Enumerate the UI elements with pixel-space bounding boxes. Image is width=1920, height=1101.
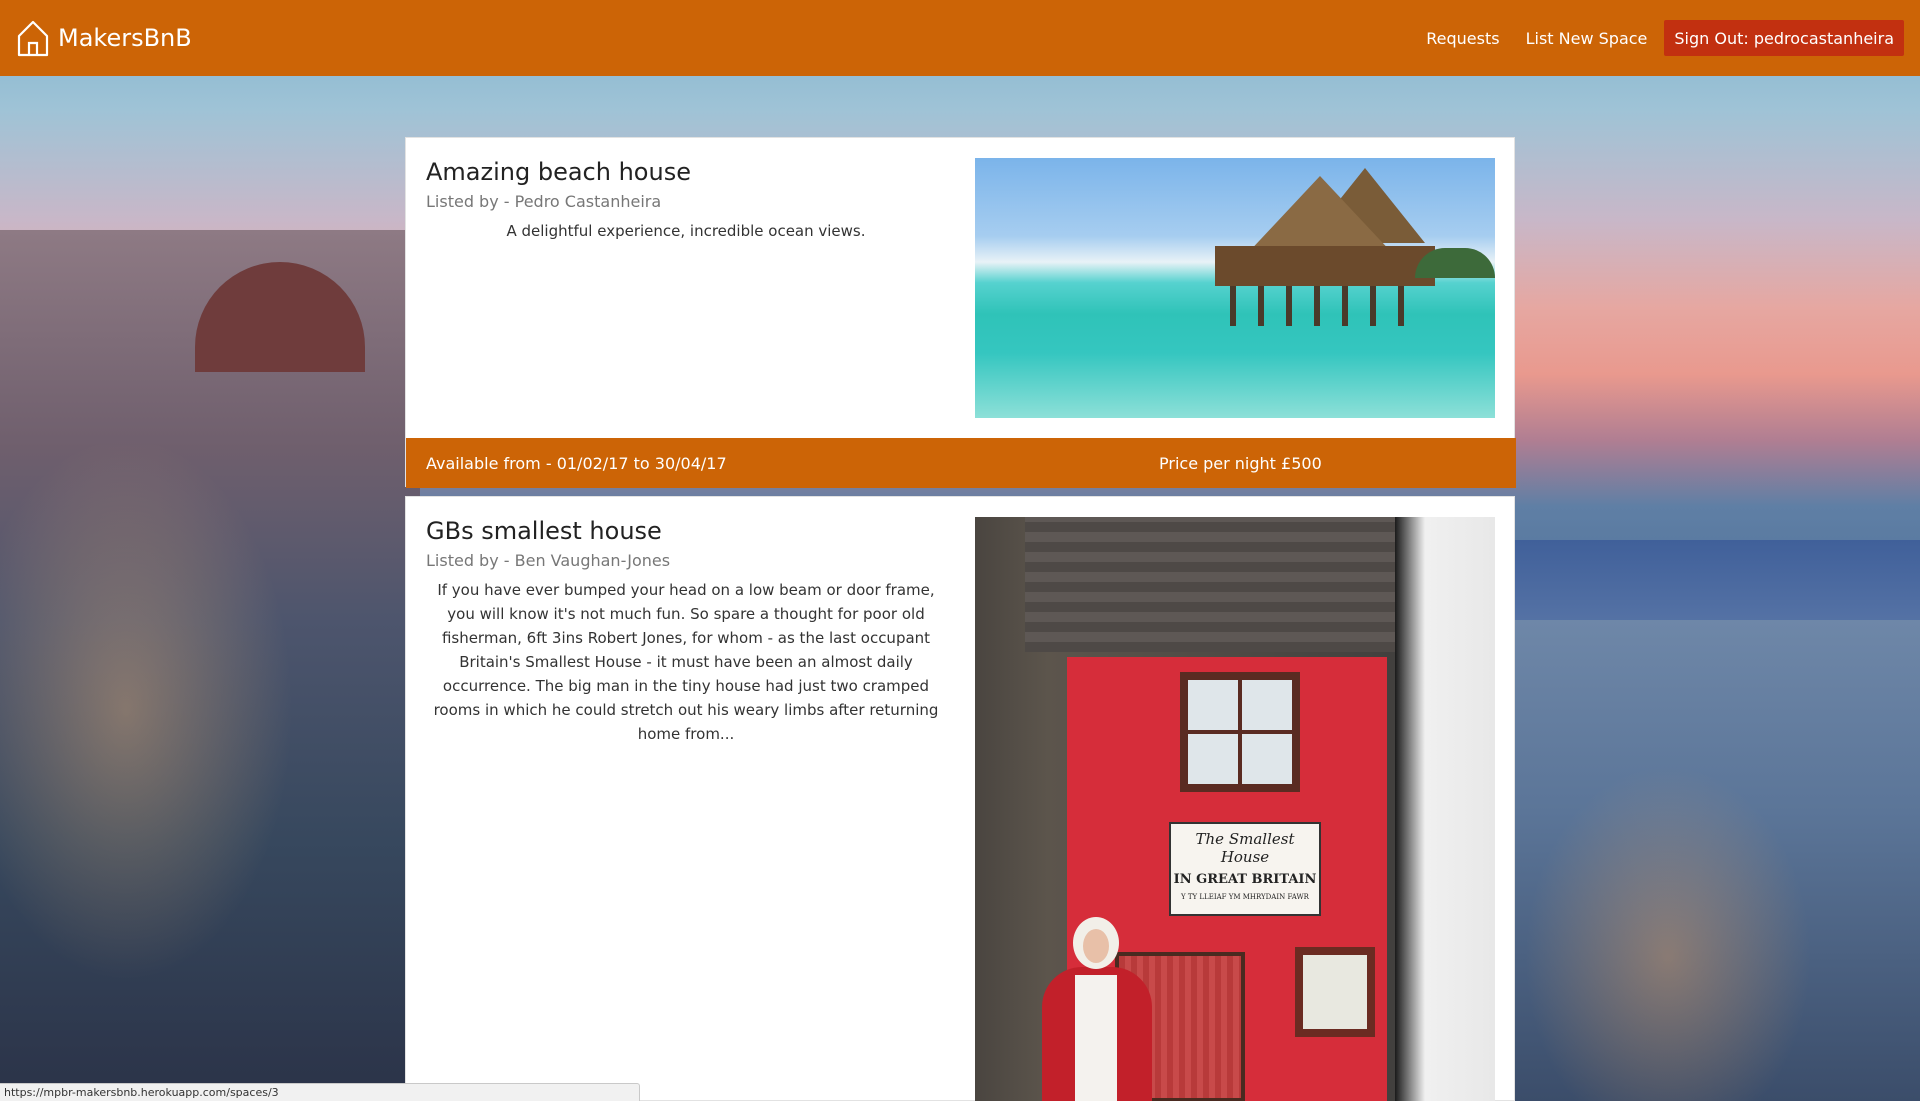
hut-deck xyxy=(1215,246,1435,286)
sign-subtitle: IN GREAT BRITAIN xyxy=(1173,872,1317,887)
house-window xyxy=(1180,672,1300,792)
background-village-right xyxy=(1500,620,1920,1101)
house-notice-window xyxy=(1295,947,1375,1037)
listing-text: Amazing beach house Listed by - Pedro Ca… xyxy=(426,158,946,243)
browser-status-url: https://mpbr-makersbnb.herokuapp.com/spa… xyxy=(0,1083,640,1101)
listing-title[interactable]: GBs smallest house xyxy=(426,517,946,545)
background-sea xyxy=(1510,540,1920,630)
house-roof xyxy=(1025,517,1445,652)
listing-photo[interactable]: The Smallest House IN GREAT BRITAIN Y TY… xyxy=(975,517,1495,1101)
nav-link-requests[interactable]: Requests xyxy=(1413,20,1512,56)
person-in-costume xyxy=(1037,917,1157,1101)
overwater-bungalow-photo xyxy=(975,158,1495,418)
palm-trees xyxy=(1415,248,1495,278)
listing-owner: Listed by - Ben Vaughan-Jones xyxy=(426,551,671,570)
nav-link-list-new-space[interactable]: List New Space xyxy=(1513,20,1661,56)
listing-description: A delightful experience, incredible ocea… xyxy=(506,222,866,240)
listing-card[interactable]: Amazing beach house Listed by - Pedro Ca… xyxy=(405,137,1516,488)
listing-description: If you have ever bumped your head on a l… xyxy=(433,581,939,743)
sign-title: The Smallest House xyxy=(1195,830,1295,866)
nav-menu: Requests List New Space Sign Out: pedroc… xyxy=(1413,20,1904,56)
listing-footer: Available from - 01/02/17 to 30/04/17 Pr… xyxy=(406,438,1516,488)
sign-out-button[interactable]: Sign Out: pedrocastanheira xyxy=(1664,20,1904,56)
listing-owner: Listed by - Pedro Castanheira xyxy=(426,192,662,211)
house-outline-icon xyxy=(16,18,50,58)
listing-card[interactable]: GBs smallest house Listed by - Ben Vaugh… xyxy=(405,496,1515,1101)
listing-text: GBs smallest house Listed by - Ben Vaugh… xyxy=(426,517,946,746)
neighbour-wall xyxy=(1395,517,1495,1101)
availability-dates: Available from - 01/02/17 to 30/04/17 xyxy=(426,453,727,473)
listing-title[interactable]: Amazing beach house xyxy=(426,158,946,186)
hut-stilts xyxy=(1230,286,1420,326)
brand-link[interactable]: MakersBnB xyxy=(16,18,192,58)
smallest-house-photo: The Smallest House IN GREAT BRITAIN Y TY… xyxy=(975,517,1495,1101)
house-sign: The Smallest House IN GREAT BRITAIN Y TY… xyxy=(1169,822,1321,916)
navbar: MakersBnB Requests List New Space Sign O… xyxy=(0,0,1920,76)
sign-welsh-text: Y TY LLEIAF YM MHRYDAIN FAWR xyxy=(1181,893,1309,901)
brand-name: MakersBnB xyxy=(58,24,192,52)
listing-photo[interactable] xyxy=(975,158,1495,418)
price-per-night: Price per night £500 xyxy=(1159,453,1322,473)
